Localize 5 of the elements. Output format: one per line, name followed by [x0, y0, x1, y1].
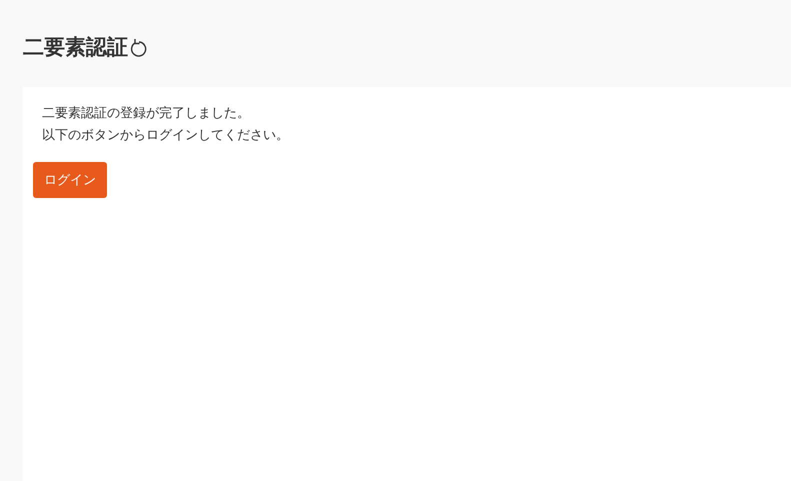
login-button[interactable]: ログイン: [33, 162, 107, 198]
refresh-icon[interactable]: [130, 37, 148, 57]
page-title: 二要素認証: [23, 34, 128, 61]
message-text: 二要素認証の登録が完了しました。: [42, 105, 251, 123]
message-text: 以下のボタンからログインしてください。: [42, 127, 290, 145]
